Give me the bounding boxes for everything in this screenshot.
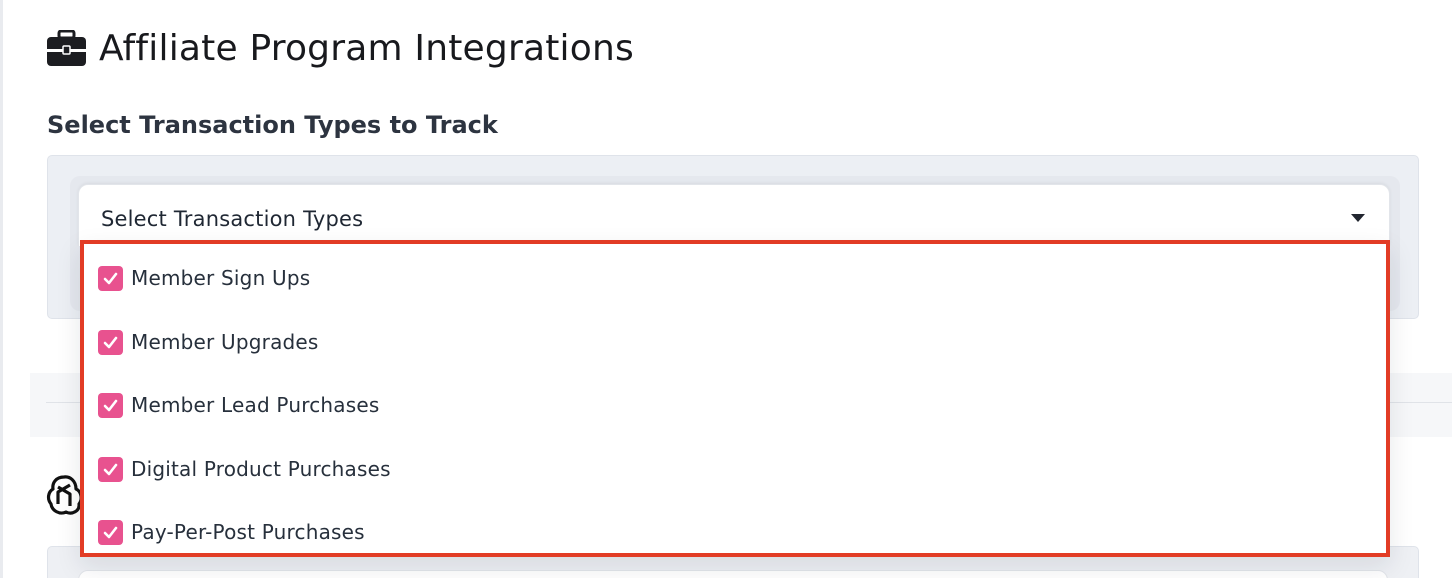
page: Affiliate Program Integrations Select Tr… bbox=[0, 0, 1452, 578]
option-label: Member Upgrades bbox=[131, 330, 319, 354]
option-member-lead-purchases[interactable]: Member Lead Purchases bbox=[98, 385, 379, 425]
left-border bbox=[0, 0, 3, 578]
checkbox-checked-icon[interactable] bbox=[98, 456, 123, 482]
openai-logo-icon bbox=[46, 475, 83, 515]
option-member-upgrades[interactable]: Member Upgrades bbox=[98, 322, 319, 362]
page-header: Affiliate Program Integrations bbox=[46, 26, 634, 72]
checkbox-checked-icon[interactable] bbox=[98, 392, 123, 418]
caret-down-icon[interactable] bbox=[1351, 214, 1365, 222]
select-placeholder: Select Transaction Types bbox=[101, 207, 364, 231]
transaction-types-label: Select Transaction Types to Track bbox=[47, 111, 498, 139]
transaction-types-select[interactable]: Select Transaction Types bbox=[78, 184, 1390, 246]
page-title: Affiliate Program Integrations bbox=[99, 28, 634, 69]
option-member-sign-ups[interactable]: Member Sign Ups bbox=[98, 258, 310, 298]
checkbox-checked-icon[interactable] bbox=[98, 265, 123, 291]
transaction-types-dropdown: Member Sign Ups Member Upgrades Member L… bbox=[80, 240, 1390, 557]
option-label: Member Lead Purchases bbox=[131, 393, 380, 417]
option-label: Member Sign Ups bbox=[131, 266, 311, 290]
checkbox-checked-icon[interactable] bbox=[98, 519, 123, 545]
option-digital-product-purchases[interactable]: Digital Product Purchases bbox=[98, 449, 391, 489]
option-pay-per-post-purchases[interactable]: Pay-Per-Post Purchases bbox=[98, 512, 365, 552]
option-label: Pay-Per-Post Purchases bbox=[131, 520, 365, 544]
briefcase-icon bbox=[47, 30, 86, 66]
lower-select[interactable] bbox=[78, 570, 1388, 578]
option-label: Digital Product Purchases bbox=[131, 457, 391, 481]
checkbox-checked-icon[interactable] bbox=[98, 329, 123, 355]
